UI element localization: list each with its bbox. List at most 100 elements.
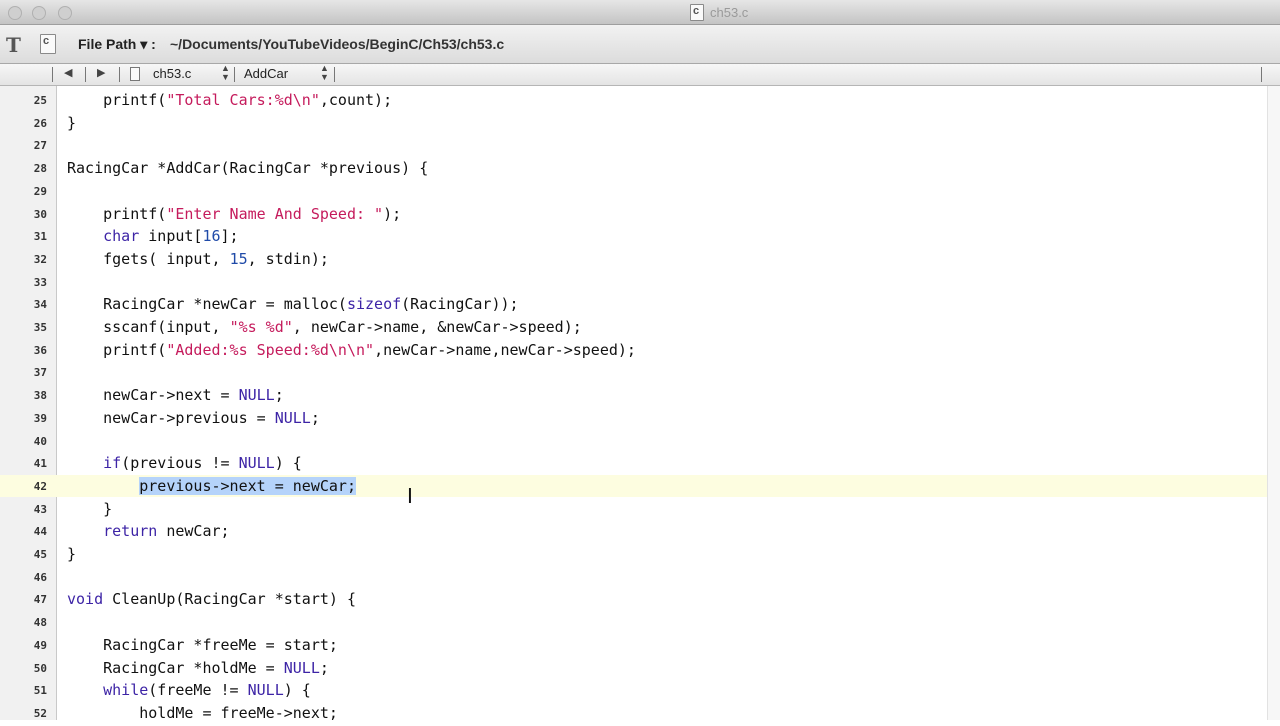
file-selector[interactable]: ch53.c [153,66,191,81]
window-title: ch53.c [690,3,748,21]
code-text[interactable]: while(freeMe != NULL) { [67,679,311,701]
code-text[interactable]: if(previous != NULL) { [67,452,302,474]
code-text[interactable]: fgets( input, 15, stdin); [67,248,329,270]
code-line[interactable]: 51 while(freeMe != NULL) { [0,679,1280,701]
code-token: holdMe = freeMe->next; [67,703,338,722]
code-text[interactable]: RacingCar *newCar = malloc(sizeof(Racing… [67,293,519,315]
code-text[interactable]: void CleanUp(RacingCar *start) { [67,588,356,610]
code-token: "Total Cars:%d\n" [166,91,320,109]
code-text[interactable]: return newCar; [67,520,230,542]
code-token: ; [274,386,284,405]
back-arrow-icon[interactable]: ◀ [64,66,72,79]
code-text[interactable]: newCar->next = NULL; [67,384,284,406]
function-selector[interactable]: AddCar [244,66,288,81]
code-text[interactable]: } [67,498,112,520]
code-line[interactable]: 42 previous->next = newCar; [0,474,1280,497]
code-line[interactable]: 40 [0,430,1280,452]
function-selector-updown-icon[interactable]: ▲ ▼ [320,64,329,82]
code-line[interactable]: 43 } [0,498,1280,520]
code-line[interactable]: 35 sscanf(input, "%s %d", newCar->name, … [0,316,1280,338]
nav-separator [52,67,53,82]
code-text[interactable]: RacingCar *AddCar(RacingCar *previous) { [67,157,428,179]
code-line[interactable]: 36 printf("Added:%s Speed:%d\n\n",newCar… [0,339,1280,361]
code-line[interactable]: 52 holdMe = freeMe->next; [0,702,1280,724]
code-token: RacingCar *holdMe = [67,658,284,677]
code-line[interactable]: 28 RacingCar *AddCar(RacingCar *previous)… [0,157,1280,179]
code-line[interactable]: 33 [0,271,1280,293]
code-line[interactable]: 38 newCar->next = NULL; [0,384,1280,406]
code-line[interactable]: 47 void CleanUp(RacingCar *start) { [0,588,1280,610]
code-token: return [103,522,158,541]
code-line[interactable]: 41 if(previous != NULL) { [0,452,1280,474]
code-token: (previous != [121,454,239,473]
line-number: 39 [33,411,47,425]
code-token: (RacingCar)); [401,295,519,314]
document-icon[interactable] [40,34,56,59]
code-token: NULL [238,386,275,405]
code-token: NULL [247,681,284,700]
code-text[interactable]: printf("Enter Name And Speed: "); [67,203,401,225]
file-path-dropdown[interactable]: File Path ▾ : [78,36,156,53]
code-line[interactable]: 27 [0,134,1280,156]
code-text[interactable]: RacingCar *freeMe = start; [67,634,338,656]
code-line[interactable]: 49 RacingCar *freeMe = start; [0,634,1280,656]
code-text[interactable]: } [67,543,76,565]
code-line[interactable]: 39 newCar->previous = NULL; [0,407,1280,429]
code-line[interactable]: 26} [0,112,1280,134]
code-line[interactable]: 29 [0,180,1280,202]
line-number: 34 [33,298,47,312]
line-number: 37 [33,366,47,380]
line-number: 26 [33,116,47,130]
code-text[interactable]: printf("Added:%s Speed:%d\n\n",newCar->n… [67,339,636,361]
file-selector-updown-icon[interactable]: ▲ ▼ [221,64,230,82]
vertical-scrollbar[interactable] [1267,86,1280,720]
code-line[interactable]: 32 fgets( input, 15, stdin); [0,248,1280,270]
code-token: 15 [229,249,248,268]
code-text[interactable]: sscanf(input, "%s %d", newCar->name, &ne… [67,316,582,338]
code-text[interactable]: newCar->previous = NULL; [67,407,320,429]
code-token: NULL [238,454,275,473]
zoom-window-button[interactable] [58,6,72,20]
code-text[interactable]: previous->next = newCar; [67,475,356,497]
code-text[interactable]: } [67,112,76,134]
code-line[interactable]: 44 return newCar; [0,520,1280,542]
code-line[interactable]: 34 RacingCar *newCar = malloc(sizeof(Rac… [0,293,1280,315]
code-line[interactable]: 30 printf("Enter Name And Speed: "); [0,203,1280,225]
line-number: 40 [33,434,47,448]
close-window-button[interactable] [8,6,22,20]
line-number: 27 [33,139,47,153]
code-line[interactable]: 25 printf("Total Cars:%d\n",count); [0,89,1280,111]
code-token: ) { [274,454,302,473]
code-token: newCar; [157,522,230,541]
code-line[interactable]: 46 [0,566,1280,588]
forward-arrow-icon[interactable]: ▶ [97,66,105,79]
code-token: printf( [67,204,167,223]
code-token: "Enter Name And Speed: " [166,204,384,223]
line-number: 47 [33,593,47,607]
line-number: 28 [33,162,47,176]
minimize-window-button[interactable] [32,6,46,20]
line-number: 35 [33,321,47,334]
text-tool-icon[interactable]: T [6,33,21,57]
code-token: ) { [283,681,311,700]
code-line[interactable]: 37 [0,361,1280,383]
code-text[interactable]: RacingCar *holdMe = NULL; [67,657,329,679]
code-token: newCar->previous = [67,408,275,427]
code-line[interactable]: 50 RacingCar *holdMe = NULL; [0,657,1280,679]
code-line[interactable]: 45} [0,543,1280,565]
code-text[interactable]: char input[16]; [67,225,239,247]
code-token: NULL [274,408,311,427]
code-text[interactable]: printf("Total Cars:%d\n",count); [67,89,392,111]
code-token: input[ [139,227,203,246]
file-path-value: ~/Documents/YouTubeVideos/BeginC/Ch53/ch… [170,36,505,52]
code-token: ]; [220,227,239,246]
code-token: char [103,227,140,246]
code-line[interactable]: 48 [0,611,1280,633]
code-editor[interactable]: 25 printf("Total Cars:%d\n",count); 26} 27… [0,86,1280,722]
code-token: NULL [283,658,320,677]
code-text[interactable]: holdMe = freeMe->next; [67,702,338,724]
nav-separator [85,67,86,82]
code-line[interactable]: 31 char input[16]; [0,225,1280,247]
line-number: 31 [33,230,47,244]
